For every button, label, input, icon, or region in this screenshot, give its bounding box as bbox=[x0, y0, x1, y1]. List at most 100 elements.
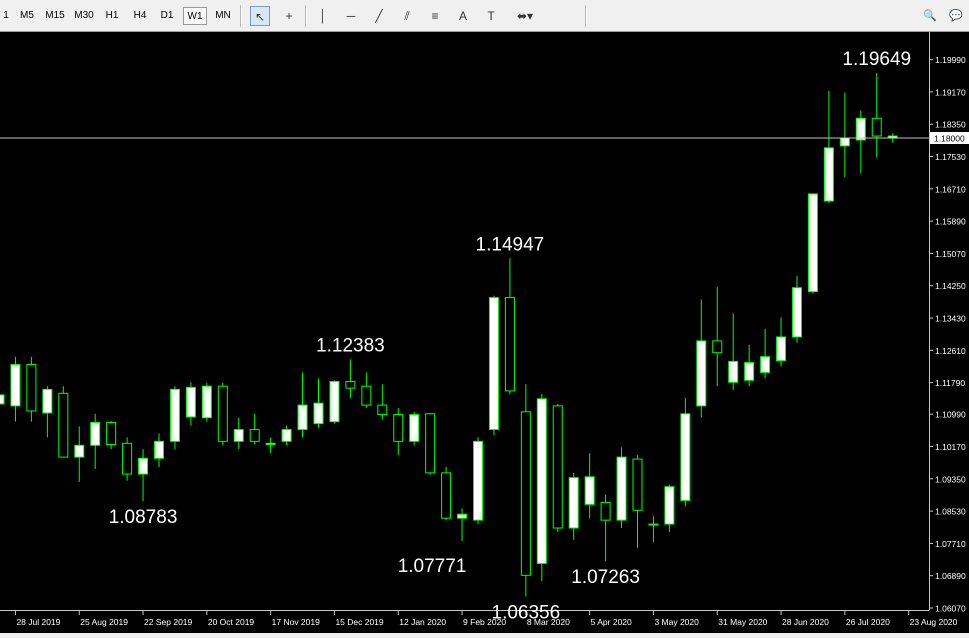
timeframe-mn[interactable]: MN bbox=[210, 7, 236, 25]
candle-bull[interactable] bbox=[855, 117, 866, 141]
candle-bear[interactable] bbox=[441, 472, 452, 519]
candle-bull[interactable] bbox=[329, 380, 340, 423]
x-tick-label: 15 Dec 2019 bbox=[335, 617, 383, 627]
candle-bull[interactable] bbox=[744, 362, 755, 381]
candle-bear[interactable] bbox=[361, 385, 372, 406]
candle-bull[interactable] bbox=[138, 457, 149, 475]
candle-bull[interactable] bbox=[696, 340, 707, 407]
timeframe-h1[interactable]: H1 bbox=[100, 7, 124, 25]
candle-bull[interactable] bbox=[473, 440, 483, 521]
timeframe-m15[interactable]: M15 bbox=[42, 7, 68, 25]
price-annotation: 1.14947 bbox=[476, 234, 545, 255]
timeframe-m5[interactable]: M5 bbox=[14, 7, 40, 25]
candle-bull[interactable] bbox=[154, 440, 164, 459]
timeframe-d1[interactable]: D1 bbox=[155, 7, 179, 25]
candle-bull[interactable] bbox=[664, 486, 675, 525]
candle-bear[interactable] bbox=[377, 404, 388, 416]
candle-bull[interactable] bbox=[536, 398, 547, 564]
candle-bear[interactable] bbox=[600, 501, 611, 521]
vertical-line-icon[interactable]: │ bbox=[313, 6, 333, 26]
candle-bull[interactable] bbox=[457, 513, 468, 519]
x-tick-label: 22 Sep 2019 bbox=[144, 617, 192, 627]
candle-bear[interactable] bbox=[106, 421, 117, 446]
price-chart[interactable]: 1.19990 1.19170 1.18350 1.17530 1.16710 1.158… bbox=[0, 32, 969, 633]
candle-bull[interactable] bbox=[839, 137, 850, 147]
candle-bull[interactable] bbox=[616, 456, 627, 521]
candle-bear[interactable] bbox=[504, 297, 515, 392]
candle-bull[interactable] bbox=[185, 386, 196, 418]
candle-bull[interactable] bbox=[488, 297, 499, 431]
candlestick-chart[interactable]: 1.19990 1.19170 1.18350 1.17530 1.16710 1.158… bbox=[0, 32, 969, 633]
candle-bull[interactable] bbox=[807, 193, 818, 293]
candle-bear[interactable] bbox=[122, 442, 133, 475]
candle-bear[interactable] bbox=[58, 392, 69, 458]
candle-bull[interactable] bbox=[792, 287, 802, 338]
candle-bull[interactable] bbox=[297, 404, 308, 431]
x-tick-label: 23 Aug 2020 bbox=[910, 617, 958, 627]
candle-bear[interactable] bbox=[632, 458, 643, 511]
candle-bear[interactable] bbox=[871, 117, 882, 137]
y-tick-label: 1.06890 bbox=[935, 571, 966, 581]
candle-bull[interactable] bbox=[74, 444, 85, 458]
candle-bull[interactable] bbox=[201, 385, 212, 419]
equidistant-channel-icon[interactable]: ⫽ bbox=[397, 6, 417, 26]
x-tick-label: 3 May 2020 bbox=[654, 617, 699, 627]
candle-bear[interactable] bbox=[712, 340, 723, 354]
candle-bull[interactable] bbox=[265, 442, 276, 446]
timeframe-h4[interactable]: H4 bbox=[128, 7, 152, 25]
candle-bull[interactable] bbox=[10, 364, 21, 407]
y-tick-label: 1.09350 bbox=[935, 474, 966, 484]
price-annotation: 1.07263 bbox=[571, 567, 640, 588]
candle-bull[interactable] bbox=[823, 147, 834, 202]
shapes-dropdown-icon[interactable]: ⬌▾ bbox=[510, 6, 540, 26]
candle-bear[interactable] bbox=[425, 413, 436, 474]
candle-bull[interactable] bbox=[728, 360, 739, 383]
y-tick-label: 1.14250 bbox=[935, 281, 966, 291]
candle-bull[interactable] bbox=[776, 336, 787, 362]
candle-bull[interactable] bbox=[233, 429, 244, 442]
candle-bull[interactable] bbox=[568, 477, 579, 529]
candle-bull[interactable] bbox=[409, 414, 420, 442]
x-tick-label: 31 May 2020 bbox=[718, 617, 767, 627]
candle-bull[interactable] bbox=[281, 429, 292, 442]
x-tick-label: 28 Jul 2019 bbox=[16, 617, 60, 627]
y-tick-label: 1.17530 bbox=[935, 152, 966, 162]
chat-icon[interactable]: 💬 bbox=[946, 6, 966, 26]
cursor-icon[interactable]: ↖ bbox=[250, 6, 270, 26]
y-tick-label: 1.10990 bbox=[935, 410, 966, 420]
candle-bull[interactable] bbox=[584, 476, 595, 505]
price-annotation: 1.12383 bbox=[316, 335, 385, 356]
candle-bull[interactable] bbox=[90, 421, 101, 446]
horizontal-line-icon[interactable]: ─ bbox=[341, 6, 361, 26]
y-tick-label: 1.10170 bbox=[935, 442, 966, 452]
candle-bull[interactable] bbox=[648, 523, 659, 526]
chart-background bbox=[0, 32, 969, 633]
timeframe-1[interactable]: 1 bbox=[0, 7, 12, 25]
timeframe-m30[interactable]: M30 bbox=[70, 7, 98, 25]
candle-bear[interactable] bbox=[552, 405, 563, 529]
crosshair-icon[interactable]: + bbox=[279, 6, 299, 26]
candle-bear[interactable] bbox=[393, 414, 404, 442]
candle-bull[interactable] bbox=[313, 402, 324, 425]
candle-bull[interactable] bbox=[42, 388, 53, 414]
candle-bear[interactable] bbox=[217, 385, 228, 442]
candle-bear[interactable] bbox=[249, 429, 260, 442]
y-tick-label: 1.15070 bbox=[935, 249, 966, 259]
trendline-icon[interactable]: ╱ bbox=[369, 6, 389, 26]
candle-bear[interactable] bbox=[26, 364, 37, 412]
candle-bull[interactable] bbox=[0, 394, 5, 405]
search-icon[interactable]: 🔍 bbox=[920, 6, 940, 26]
candle-bull[interactable] bbox=[760, 356, 771, 373]
text-label-icon[interactable]: T bbox=[481, 6, 501, 26]
candle-bull[interactable] bbox=[169, 388, 180, 442]
y-tick-label: 1.19990 bbox=[935, 55, 966, 65]
y-tick-label: 1.06070 bbox=[935, 604, 966, 614]
timeframe-w1[interactable]: W1 bbox=[183, 7, 207, 25]
fibonacci-icon[interactable]: ≡ bbox=[425, 6, 445, 26]
chart-toolbar: 1 M5 M15 M30 H1 H4 D1 W1 MN ↖ + │ ─ ╱ ⫽ ≡ A T ⬌▾ 🔍 💬 bbox=[0, 0, 969, 32]
text-icon[interactable]: A bbox=[453, 6, 473, 26]
candle-bear[interactable] bbox=[520, 411, 531, 576]
candle-bull[interactable] bbox=[680, 413, 691, 501]
candle-bear[interactable] bbox=[345, 380, 356, 389]
x-tick-label: 25 Aug 2019 bbox=[80, 617, 128, 627]
